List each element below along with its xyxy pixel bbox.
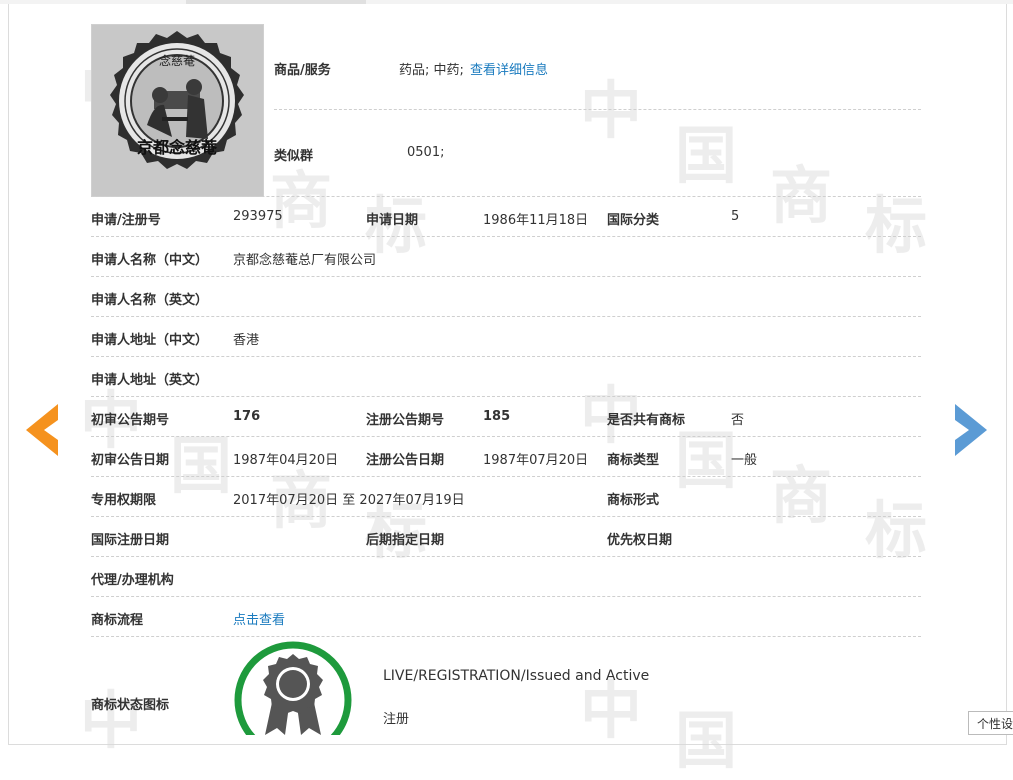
agency-label: 代理/办理机构 [91, 573, 174, 588]
goods-detail-link[interactable]: 查看详细信息 [470, 59, 548, 78]
prelim-issue-value: 176 [233, 409, 261, 424]
separator [91, 476, 921, 477]
separator [91, 276, 921, 277]
prelim-date-value: 1987年04月20日 [233, 453, 339, 468]
separator [91, 196, 921, 197]
prelim-date-label: 初审公告日期 [91, 453, 170, 468]
reg-issue-label: 注册公告期号 [366, 413, 445, 428]
intl-reg-date-label: 国际注册日期 [91, 533, 170, 548]
app-no-label: 申请/注册号 [91, 213, 161, 228]
priority-date-label: 优先权日期 [607, 533, 673, 548]
separator [91, 396, 921, 397]
separator [91, 316, 921, 317]
award-ribbon-icon [233, 640, 353, 759]
address-cn-label: 申请人地址（中文） [91, 333, 209, 348]
chevron-left-icon [26, 404, 58, 456]
process-view-link[interactable]: 点击查看 [233, 609, 285, 628]
status-icon-label: 商标状态图标 [91, 698, 170, 713]
exclusive-period-label: 专用权期限 [91, 493, 157, 508]
separator [91, 596, 921, 597]
address-cn-value: 香港 [233, 333, 260, 348]
tm-form-label: 商标形式 [607, 493, 660, 508]
prelim-issue-label: 初审公告期号 [91, 413, 170, 428]
next-button[interactable] [953, 404, 987, 460]
intl-class-label: 国际分类 [607, 213, 660, 228]
separator [91, 356, 921, 357]
separator [91, 636, 921, 637]
separator [91, 436, 921, 437]
reg-date-label: 注册公告日期 [366, 453, 445, 468]
applicant-cn-label: 申请人名称（中文） [91, 253, 209, 268]
logo-top-text: 念慈菴 [159, 53, 195, 68]
reg-issue-value: 185 [483, 409, 511, 424]
process-label: 商标流程 [91, 613, 144, 628]
exclusive-period-value: 2017年07月20日 至 2027年07月19日 [233, 493, 465, 508]
tm-type-label: 商标类型 [607, 453, 660, 468]
applicant-en-label: 申请人名称（英文） [91, 293, 209, 308]
goods-value: 药品; 中药; [399, 63, 464, 78]
trademark-logo: 念慈菴 京都念慈菴 [92, 25, 263, 196]
address-en-label: 申请人地址（英文） [91, 373, 209, 388]
applicant-cn-value: 京都念慈菴总厂有限公司 [233, 253, 377, 268]
app-date-label: 申请日期 [366, 213, 419, 228]
chevron-right-icon [955, 404, 987, 456]
tm-type-value: 一般 [731, 453, 758, 468]
logo-bottom-text: 京都念慈菴 [137, 138, 218, 157]
intl-class-value: 5 [731, 209, 740, 224]
status-english: LIVE/REGISTRATION/Issued and Active [383, 668, 650, 684]
app-date-value: 1986年11月18日 [483, 213, 589, 228]
later-designation-label: 后期指定日期 [366, 533, 445, 548]
shared-value: 否 [731, 413, 745, 428]
shared-label: 是否共有商标 [607, 413, 686, 428]
similar-group-value: 0501; [407, 145, 445, 160]
prev-button[interactable] [26, 404, 60, 460]
reg-date-value: 1987年07月20日 [483, 453, 589, 468]
similar-group-label: 类似群 [274, 149, 314, 164]
separator [91, 236, 921, 237]
separator [91, 516, 921, 517]
separator [274, 109, 921, 110]
trademark-image[interactable]: 念慈菴 京都念慈菴 [91, 24, 264, 197]
goods-label: 商品/服务 [274, 63, 331, 78]
status-chinese: 注册 [383, 712, 410, 727]
personalize-button[interactable]: 个性设 [968, 711, 1013, 735]
app-no-value: 293975 [233, 209, 283, 224]
separator [91, 556, 921, 557]
